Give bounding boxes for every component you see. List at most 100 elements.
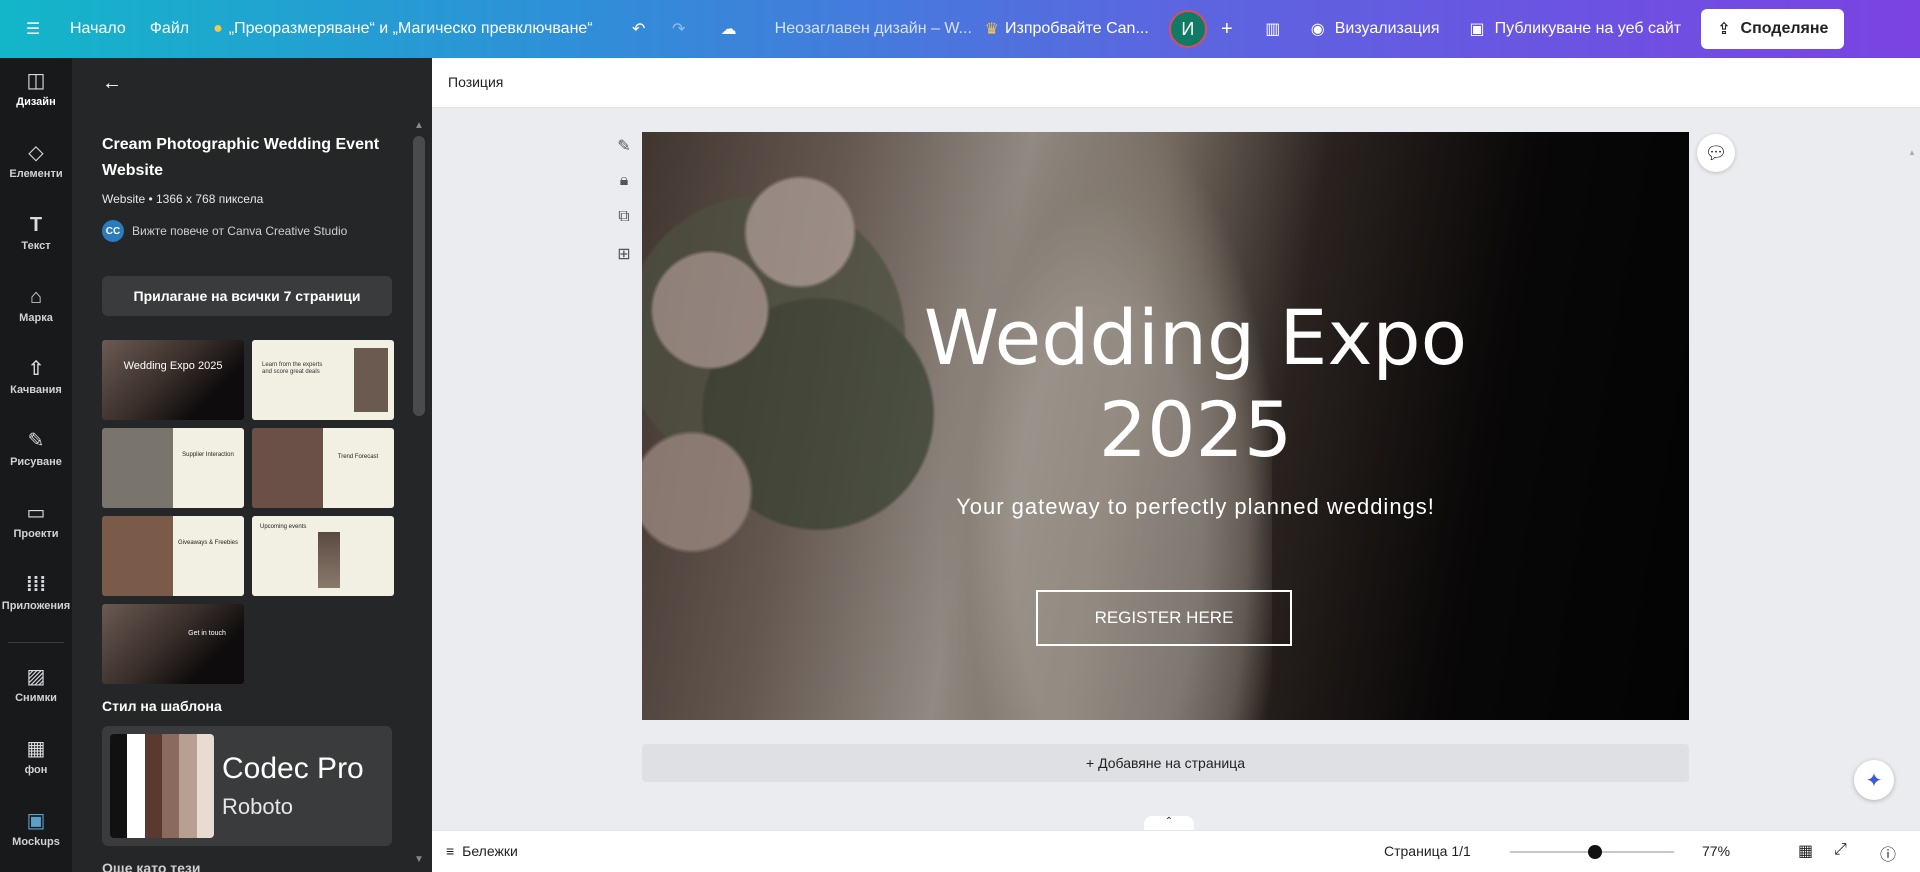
font-primary: Codec Pro	[222, 752, 364, 785]
rail-item-label: Приложения	[1, 600, 71, 612]
apply-all-pages-button[interactable]: Прилагане на всички 7 страници	[102, 276, 392, 316]
file-menu-button[interactable]: Файл	[138, 9, 201, 49]
analytics-button[interactable]: ▥	[1253, 9, 1293, 49]
publish-website-button[interactable]: ▣ Публикуване на уеб сайт	[1458, 9, 1694, 49]
home-button[interactable]: Начало	[58, 9, 138, 49]
template-style-card[interactable]: Codec Pro Roboto	[102, 726, 392, 846]
template-page-thumb-2[interactable]: Learn from the experts and score great d…	[252, 340, 394, 420]
menu-button[interactable]: ☰	[8, 9, 58, 49]
visualize-button[interactable]: ◉ Визуализация	[1299, 9, 1452, 49]
chevron-up-icon: ⌃	[1164, 816, 1174, 827]
thumb-text: Supplier Interaction	[182, 452, 234, 458]
notes-button[interactable]: ≡ Бележки	[446, 843, 518, 859]
left-rail: ◫ Дизайн ◇ Елементи T Текст ⌂ Марка ⇧ Ка…	[0, 58, 72, 872]
add-comment-button[interactable]: 💬︎	[1697, 134, 1735, 172]
duplicate-icon: ⧉	[618, 208, 630, 225]
author-text: Вижте повече от Canva Creative Studio	[132, 224, 348, 238]
promo-button[interactable]: ● „Преоразмеряване“ и „Магическо превклю…	[201, 9, 605, 49]
hero-subtitle[interactable]: Your gateway to perfectly planned weddin…	[642, 494, 1689, 520]
template-author-link[interactable]: CC Вижте повече от Canva Creative Studio	[102, 220, 347, 242]
add-page-icon: ⊞	[617, 246, 631, 263]
color-palette	[110, 734, 214, 838]
thumb-text: Learn from the experts and score great d…	[262, 362, 323, 375]
photo-icon: ▨	[26, 666, 46, 688]
template-page-thumb-5[interactable]: Giveaways & Freebies	[102, 516, 244, 596]
help-button[interactable]: ⓘ	[1880, 841, 1896, 865]
rail-item-design[interactable]: ◫ Дизайн	[0, 58, 72, 120]
back-button[interactable]: ←	[102, 72, 122, 95]
thumb-photo	[354, 348, 388, 412]
hero-title[interactable]: Wedding Expo 2025	[642, 292, 1689, 476]
grid-icon: ▦	[1798, 843, 1814, 860]
plus-icon: +	[1220, 17, 1233, 40]
try-canva-pro-button[interactable]: ♛ Изпробвайте Can...	[973, 9, 1161, 49]
zoom-slider-handle[interactable]	[1588, 845, 1603, 859]
redo-button[interactable]: ↷	[659, 9, 699, 49]
arrow-left-icon: ←	[102, 72, 122, 94]
add-page-bar[interactable]: + Добавяне на страница	[642, 744, 1689, 782]
panel-scrollbar[interactable]	[413, 136, 425, 416]
rail-item-draw[interactable]: ✎ Рисуване	[0, 418, 72, 480]
template-page-thumb-4[interactable]: Trend Forecast	[252, 428, 394, 508]
scroll-up-icon[interactable]: ▲	[414, 120, 424, 131]
rail-item-uploads[interactable]: ⇧ Качвания	[0, 346, 72, 408]
zoom-slider[interactable]	[1510, 845, 1674, 859]
template-meta: Website • 1366 x 768 пиксела	[102, 192, 264, 206]
grid-view-button[interactable]: ▦	[1798, 841, 1813, 861]
context-toolbar: Позиция	[432, 58, 1920, 108]
template-style-heading: Стил на шаблона	[102, 698, 222, 714]
rail-item-label: Рисуване	[10, 456, 62, 468]
lock-page-button[interactable]: 🔒︎	[612, 172, 636, 208]
rail-item-text[interactable]: T Текст	[0, 202, 72, 264]
rail-item-apps[interactable]: ⁞⁞⁞ Приложения	[0, 562, 72, 624]
palette-swatch	[179, 734, 197, 838]
template-page-thumb-1[interactable]: Wedding Expo 2025	[102, 340, 244, 420]
register-button[interactable]: REGISTER HERE	[1036, 590, 1292, 646]
rail-item-elements[interactable]: ◇ Елементи	[0, 130, 72, 192]
undo-button[interactable]: ↶	[619, 9, 659, 49]
zoom-value[interactable]: 77%	[1702, 843, 1730, 859]
magic-assistant-button[interactable]: ✦	[1854, 760, 1894, 800]
scroll-up-icon[interactable]: ▲	[1908, 148, 1920, 157]
show-pages-handle[interactable]: ⌃	[1144, 816, 1194, 830]
rail-item-label: Дизайн	[16, 96, 56, 108]
thumb-text: Wedding Expo 2025	[123, 360, 223, 372]
page-indicator[interactable]: Страница 1/1	[1384, 843, 1471, 859]
rail-item-mockups[interactable]: ▣ Mockups	[0, 798, 72, 860]
text-icon: T	[29, 214, 43, 236]
share-button[interactable]: ⇪ Споделяне	[1701, 9, 1845, 49]
fullscreen-button[interactable]: ⤢	[1834, 841, 1847, 859]
add-member-button[interactable]: +	[1207, 9, 1247, 49]
position-button[interactable]: Позиция	[448, 74, 503, 90]
template-page-thumb-6[interactable]: Upcoming events	[252, 516, 394, 596]
rail-item-background[interactable]: ▦ фон	[0, 726, 72, 788]
duplicate-page-button[interactable]: ⧉	[612, 208, 636, 244]
folder-icon: ▭	[26, 502, 46, 524]
eye-icon: ◉	[1310, 21, 1325, 38]
hamburger-icon: ☰	[25, 21, 41, 38]
try-canva-label: Изпробвайте Can...	[1004, 20, 1149, 37]
avatar[interactable]: И	[1168, 10, 1207, 48]
scroll-down-icon[interactable]: ▼	[414, 854, 424, 865]
layout-icon: ◫	[26, 70, 46, 92]
template-page-thumb-3[interactable]: Supplier Interaction	[102, 428, 244, 508]
design-title[interactable]: Неозаглавен дизайн – W...	[763, 9, 973, 49]
add-page-button[interactable]: ⊞	[612, 244, 636, 280]
page-notes-button[interactable]: ✎	[612, 136, 636, 172]
design-canvas[interactable]: Wedding Expo 2025 Your gateway to perfec…	[642, 132, 1689, 720]
rail-item-projects[interactable]: ▭ Проекти	[0, 490, 72, 552]
notes-icon: ≡	[446, 843, 455, 859]
editor-scrollbar[interactable]: ▲	[1908, 108, 1920, 830]
rail-item-brand[interactable]: ⌂ Марка	[0, 274, 72, 336]
template-page-thumb-7[interactable]: Get in touch	[102, 604, 244, 684]
edit-icon: ✎	[617, 138, 631, 155]
bottom-bar: ≡ Бележки Страница 1/1 77% ▦ ⤢ ⓘ	[432, 830, 1920, 872]
visualize-label: Визуализация	[1334, 20, 1440, 37]
notes-label: Бележки	[462, 843, 518, 859]
crown-icon: ♛	[984, 21, 999, 38]
cloud-save-button[interactable]: ☁	[709, 9, 749, 49]
editor-area: Позиция ✎ 🔒︎ ⧉ ⊞ Wedding Expo 2025 Your …	[432, 58, 1920, 872]
share-label: Споделяне	[1740, 20, 1829, 37]
comment-icon: 💬︎	[1704, 142, 1728, 163]
rail-item-photos[interactable]: ▨ Снимки	[0, 654, 72, 716]
